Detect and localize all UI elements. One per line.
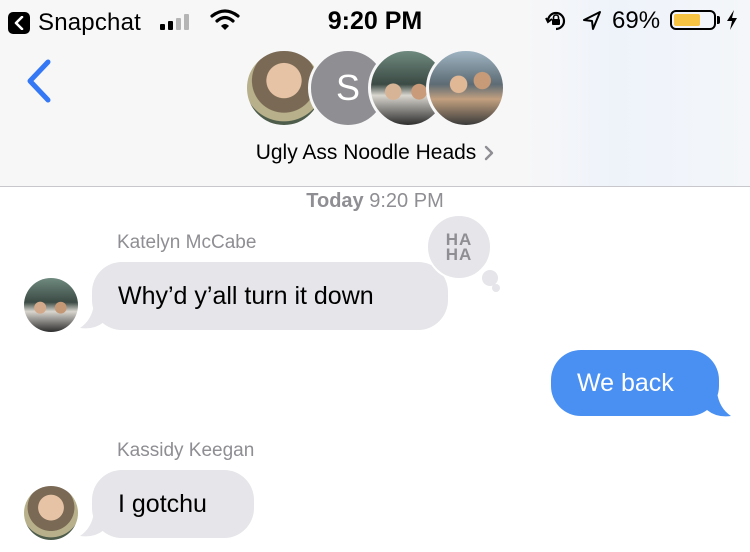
battery-icon	[670, 10, 716, 30]
reaction-tail-dot	[492, 284, 500, 292]
message-bubble[interactable]: Why’d y’all turn it down	[92, 262, 448, 330]
group-name: Ugly Ass Noodle Heads	[255, 141, 477, 164]
sender-name: Kassidy Keegan	[117, 440, 255, 461]
rotation-lock-icon	[545, 11, 566, 31]
charging-bolt-icon	[727, 10, 737, 30]
group-avatars[interactable]: S	[244, 48, 506, 128]
battery-nub	[717, 16, 720, 24]
message-text: We back	[577, 369, 674, 397]
battery-percentage: 69%	[612, 7, 661, 34]
location-arrow-icon	[583, 11, 601, 30]
timestamp-day: Today	[306, 190, 364, 212]
status-bar: Snapchat 9:20 PM 69%	[0, 0, 750, 40]
message-bubble[interactable]: We back	[551, 350, 719, 416]
message-text: Why’d y’all turn it down	[118, 282, 374, 310]
avatar[interactable]	[24, 278, 78, 332]
timestamp-time: 9:20 PM	[369, 190, 444, 212]
sender-name: Katelyn McCabe	[117, 232, 257, 253]
conversation-header: Snapchat 9:20 PM 69% S Ugly Ass Noodle H…	[0, 0, 750, 187]
group-name-button[interactable]: Ugly Ass Noodle Heads	[0, 141, 750, 165]
reaction-line: HA	[445, 245, 473, 264]
message-bubble[interactable]: I gotchu	[92, 470, 254, 538]
message-timestamp: Today 9:20 PM	[0, 190, 750, 213]
avatar[interactable]	[24, 486, 78, 540]
message-text: I gotchu	[118, 490, 207, 518]
avatar-photo	[426, 48, 506, 128]
chevron-right-icon	[485, 146, 494, 161]
chevron-left-icon[interactable]	[24, 58, 54, 104]
battery-level-fill	[674, 14, 700, 26]
